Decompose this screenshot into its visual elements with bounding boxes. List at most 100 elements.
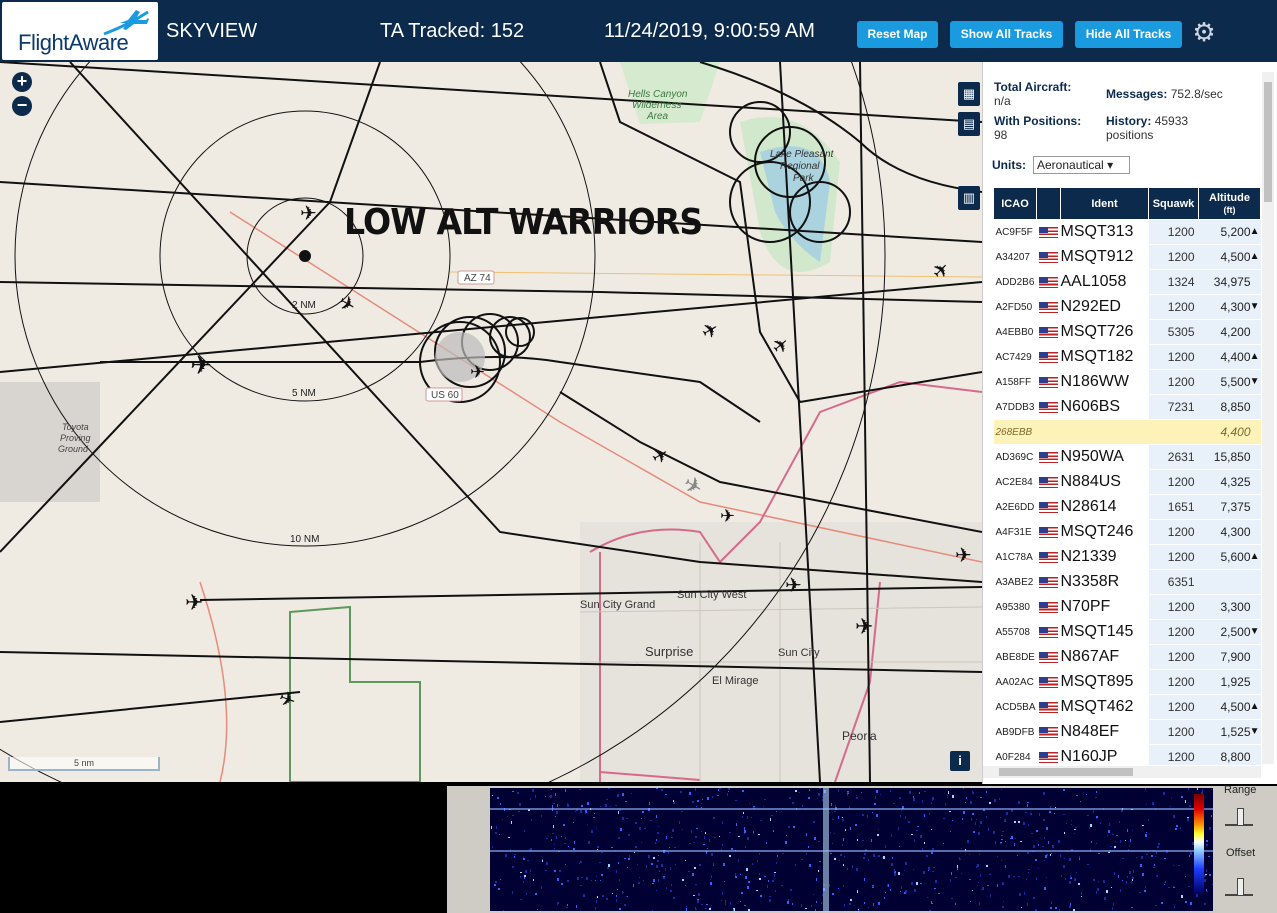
aircraft-row[interactable]: AB9DFB N848EF 1200 1,525 ▼ <box>993 719 1261 745</box>
us-flag-icon <box>1039 702 1058 714</box>
grid-icon[interactable]: ▤ <box>958 112 980 136</box>
icao-cell: 268EBB <box>993 419 1037 445</box>
col-altitude[interactable]: Altitude (ft) <box>1198 187 1261 220</box>
altitude-cell: 4,500 ▲ <box>1198 244 1261 270</box>
altitude-cell: 4,500 ▲ <box>1198 694 1261 720</box>
ident-cell: MSQT462 <box>1060 694 1149 720</box>
col-flag[interactable] <box>1036 187 1061 220</box>
logo-text: FlightAware <box>18 30 129 55</box>
aircraft-row[interactable]: A2E6DD N28614 1651 7,375 <box>993 494 1261 520</box>
gear-icon[interactable]: ⚙ <box>1191 19 1217 45</box>
icao-cell: AC7429 <box>993 344 1037 370</box>
altitude-value: 3,300 <box>1220 600 1251 614</box>
icao-cell: A4EBB0 <box>993 319 1037 345</box>
aircraft-row[interactable]: A55708 MSQT145 1200 2,500 ▼ <box>993 619 1261 645</box>
ident-cell: MSQT246 <box>1060 519 1149 545</box>
vertical-scrollbar[interactable] <box>1262 72 1274 764</box>
squawk-cell: 1200 <box>1148 344 1199 370</box>
aircraft-row[interactable]: AD369C N950WA 2631 15,850 <box>993 444 1261 470</box>
us-flag-icon <box>1039 727 1058 739</box>
ident-cell: N3358R <box>1060 569 1149 595</box>
altitude-value: 8,850 <box>1220 400 1251 414</box>
flag-cell <box>1036 369 1061 395</box>
aircraft-row[interactable]: AC9F5F MSQT313 1200 5,200 ▲ <box>993 219 1261 245</box>
aircraft-row[interactable]: ADD2B6 AAL1058 1324 34,975 <box>993 269 1261 295</box>
aircraft-row[interactable]: ABE8DE N867AF 1200 7,900 <box>993 644 1261 670</box>
icao-cell: ABE8DE <box>993 644 1037 670</box>
altitude-cell: 4,200 <box>1198 319 1261 345</box>
aircraft-row[interactable]: A3ABE2 N3358R 6351 <box>993 569 1261 595</box>
col-squawk[interactable]: Squawk <box>1148 187 1199 220</box>
flag-cell <box>1036 569 1061 595</box>
altitude-value: 7,375 <box>1220 500 1251 514</box>
aircraft-row[interactable]: 268EBB 4,400 <box>993 419 1261 445</box>
svg-text:US 60: US 60 <box>431 390 459 401</box>
map-layers-icon[interactable]: ▦ <box>958 82 980 106</box>
altitude-cell: 4,400 ▲ <box>1198 344 1261 370</box>
squawk-cell: 6351 <box>1148 569 1199 595</box>
icao-cell: AA02AC <box>993 669 1037 695</box>
scroll-thumb-horizontal[interactable] <box>999 768 1133 776</box>
icao-cell: A2E6DD <box>993 494 1037 520</box>
scroll-thumb[interactable] <box>1264 82 1272 202</box>
us-flag-icon <box>1039 227 1058 239</box>
icao-cell: ADD2B6 <box>993 269 1037 295</box>
flag-cell <box>1036 219 1061 245</box>
aircraft-row[interactable]: A4EBB0 MSQT726 5305 4,200 <box>993 319 1261 345</box>
ident-cell: N28614 <box>1060 494 1149 520</box>
col-altitude-label: Altitude <box>1209 191 1250 204</box>
boundary-green <box>289 605 421 782</box>
altitude-trend-icon: ▼ <box>1249 301 1260 312</box>
svg-text:Surprise: Surprise <box>645 644 693 659</box>
flightaware-logo[interactable]: FlightAware <box>2 2 158 60</box>
zoom-in-button[interactable]: + <box>12 72 32 92</box>
svg-text:✈: ✈ <box>855 615 873 640</box>
svg-text:✈: ✈ <box>697 316 724 345</box>
aircraft-row[interactable]: A1C78A N21339 1200 5,600 ▲ <box>993 544 1261 570</box>
icao-cell: ACD5BA <box>993 694 1037 720</box>
squawk-cell: 2631 <box>1148 444 1199 470</box>
reset-map-button[interactable]: Reset Map <box>857 21 938 48</box>
hide-all-tracks-button[interactable]: Hide All Tracks <box>1075 21 1182 48</box>
zoom-out-button[interactable]: − <box>12 96 32 116</box>
info-icon[interactable]: i <box>950 751 970 771</box>
icao-cell: A95380 <box>993 594 1037 620</box>
icao-cell: A55708 <box>993 619 1037 645</box>
history-unit: positions <box>1106 128 1154 142</box>
squawk-cell: 1200 <box>1148 594 1199 620</box>
col-ident[interactable]: Ident <box>1060 187 1149 220</box>
columns-icon[interactable]: ▥ <box>958 186 980 210</box>
offset-slider[interactable] <box>1225 876 1253 896</box>
us-flag-icon <box>1039 377 1058 389</box>
altitude-cell: 34,975 <box>1198 269 1261 295</box>
aircraft-row[interactable]: A7DDB3 N606BS 7231 8,850 <box>993 394 1261 420</box>
flag-cell <box>1036 519 1061 545</box>
icao-cell: A2FD50 <box>993 294 1037 320</box>
range-slider[interactable] <box>1225 806 1253 826</box>
map-view[interactable]: Hells Canyon Wilderness Area Lake Pleasa… <box>0 62 982 782</box>
altitude-cell: 5,600 ▲ <box>1198 544 1261 570</box>
squawk-cell: 1200 <box>1148 619 1199 645</box>
aircraft-row[interactable]: ACD5BA MSQT462 1200 4,500 ▲ <box>993 694 1261 720</box>
aircraft-row[interactable]: AC7429 MSQT182 1200 4,400 ▲ <box>993 344 1261 370</box>
show-all-tracks-button[interactable]: Show All Tracks <box>950 21 1063 48</box>
col-icao[interactable]: ICAO <box>993 187 1037 220</box>
altitude-value: 1,925 <box>1220 675 1251 689</box>
us-flag-icon <box>1039 677 1058 689</box>
ident-cell: N867AF <box>1060 644 1149 670</box>
aircraft-row[interactable]: A34207 MSQT912 1200 4,500 ▲ <box>993 244 1261 270</box>
aircraft-row[interactable]: A0F284 N160JP 1200 8,800 <box>993 744 1261 765</box>
aircraft-row[interactable]: AA02AC MSQT895 1200 1,925 <box>993 669 1261 695</box>
horizontal-scrollbar[interactable] <box>983 766 1261 778</box>
aircraft-row[interactable]: AC2E84 N884US 1200 4,325 <box>993 469 1261 495</box>
overlay-caption: LOW ALT WARRIORS <box>344 202 703 243</box>
ident-cell: MSQT912 <box>1060 244 1149 270</box>
aircraft-row[interactable]: A95380 N70PF 1200 3,300 <box>993 594 1261 620</box>
aircraft-row[interactable]: A158FF N186WW 1200 5,500 ▼ <box>993 369 1261 395</box>
aircraft-row[interactable]: A2FD50 N292ED 1200 4,300 ▼ <box>993 294 1261 320</box>
us-flag-icon <box>1039 402 1058 414</box>
altitude-trend-icon: ▼ <box>1249 726 1260 737</box>
svg-text:Toyota: Toyota <box>62 422 89 432</box>
aircraft-row[interactable]: A4F31E MSQT246 1200 4,300 <box>993 519 1261 545</box>
units-select[interactable]: Aeronautical ▾ <box>1033 156 1130 174</box>
